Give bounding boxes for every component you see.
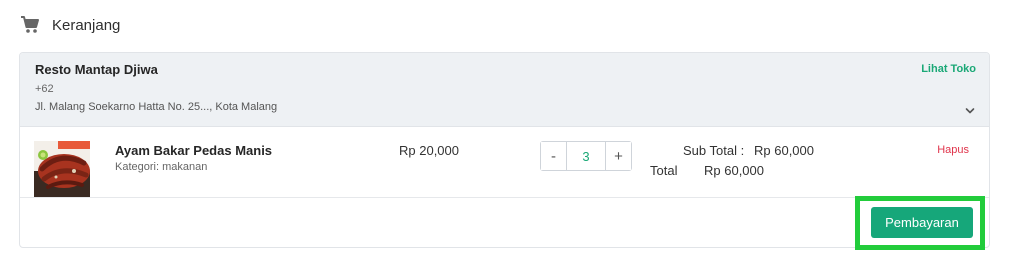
remove-item-link[interactable]: Hapus xyxy=(937,144,969,156)
total-value: Rp 60,000 xyxy=(704,163,764,178)
pay-button[interactable]: Pembayaran xyxy=(871,207,973,238)
item-name: Ayam Bakar Pedas Manis xyxy=(115,143,273,158)
chevron-down-icon[interactable] xyxy=(965,103,975,114)
increment-button[interactable]: + xyxy=(606,142,631,170)
view-store-link[interactable]: Lihat Toko xyxy=(921,63,976,75)
page-title: Keranjang xyxy=(52,16,121,34)
store-header: Resto Mantap Djiwa +62 Jl. Malang Soekar… xyxy=(20,53,989,127)
store-name: Resto Mantap Djiwa xyxy=(35,62,158,77)
quantity-input[interactable]: 3 xyxy=(566,142,606,170)
quantity-stepper: - 3 + xyxy=(540,141,632,171)
store-address: Jl. Malang Soekarno Hatta No. 25..., Kot… xyxy=(35,101,278,113)
subtotal-value: Rp 60,000 xyxy=(754,143,814,158)
food-image xyxy=(34,141,90,197)
page-header: Keranjang xyxy=(20,12,120,38)
cart-item-row: Ayam Bakar Pedas Manis Kategori: makanan… xyxy=(20,127,989,198)
subtotal-label: Sub Total : xyxy=(683,143,745,158)
cart-card: Resto Mantap Djiwa +62 Jl. Malang Soekar… xyxy=(19,52,990,248)
item-category: Kategori: makanan xyxy=(115,161,208,173)
item-price: Rp 20,000 xyxy=(399,143,459,158)
decrement-button[interactable]: - xyxy=(541,142,566,170)
cart-icon xyxy=(20,15,40,35)
store-phone: +62 xyxy=(35,83,54,95)
total-label: Total xyxy=(650,163,678,178)
